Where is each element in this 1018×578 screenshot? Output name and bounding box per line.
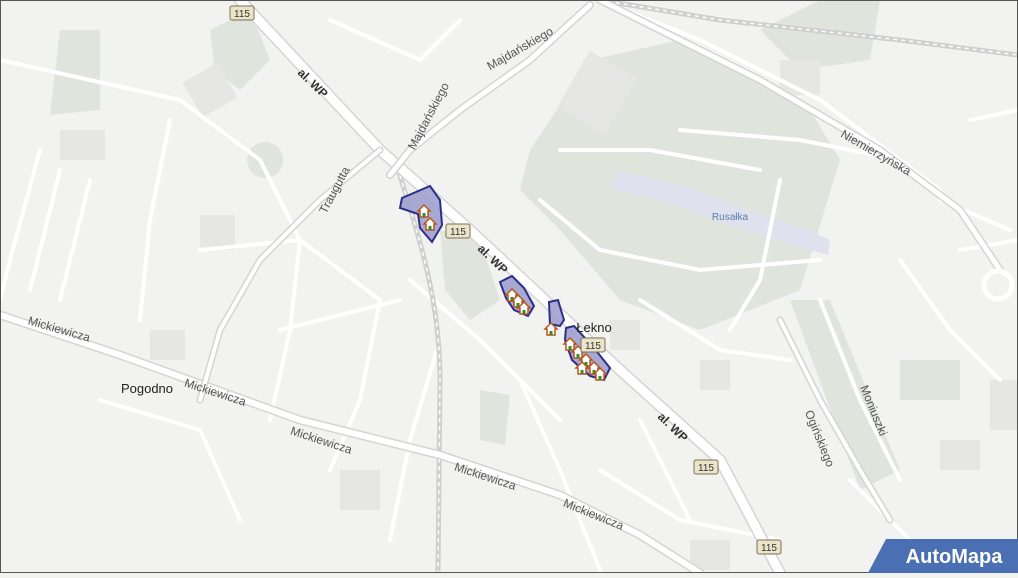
map-view[interactable]: 115 115 115 115 115 al. WP al. WP al. WP… [0,0,1018,578]
map-canvas[interactable]: 115 115 115 115 115 al. WP al. WP al. WP… [0,0,1018,578]
svg-text:115: 115 [234,9,250,20]
svg-text:115: 115 [761,543,777,554]
label-pogodno: Pogodno [121,381,173,396]
label-lekno: Łekno [576,320,611,335]
svg-text:115: 115 [585,341,601,352]
road-shield-115: 115 [229,5,255,21]
road-shield-115: 115 [445,223,471,239]
road-shield-115: 115 [756,539,782,555]
automapa-logo: AutoMapa [868,539,1018,573]
svg-text:115: 115 [450,227,466,238]
road-shield-115: 115 [580,337,606,353]
svg-text:115: 115 [698,463,714,474]
brand-name: AutoMapa [906,546,1004,568]
label-rusalka: Rusałka [712,212,749,223]
road-shield-115: 115 [693,459,719,475]
